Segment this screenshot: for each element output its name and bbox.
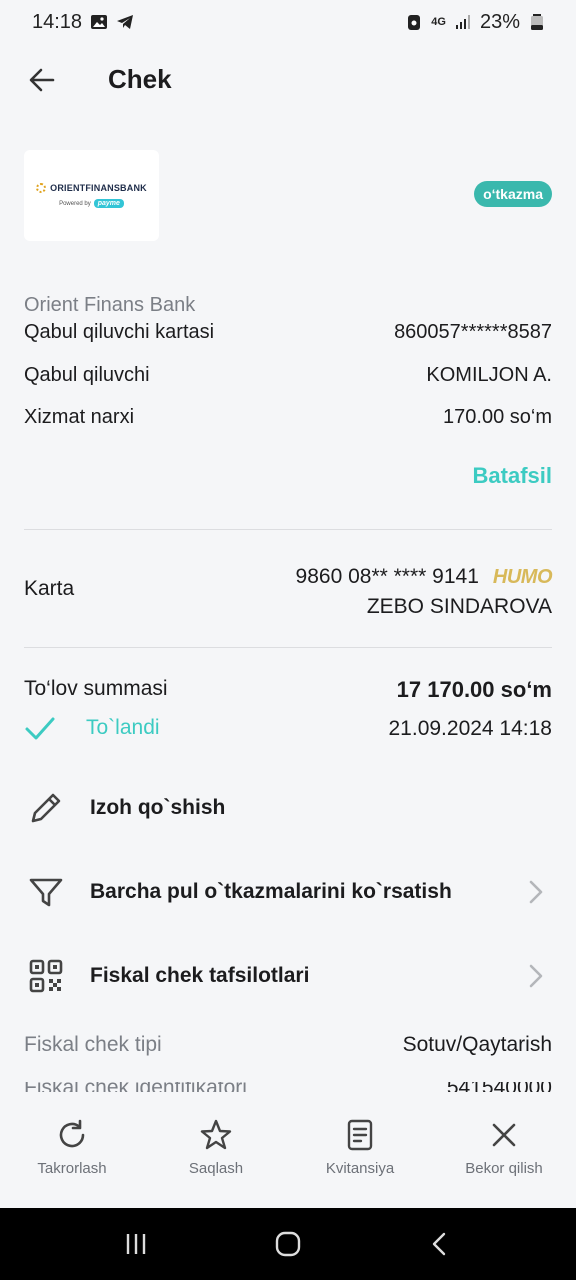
fiscal-details-button[interactable]: Fiskal chek tafsilotlari: [24, 954, 552, 998]
add-comment-button[interactable]: Izoh qo`shish: [24, 786, 552, 830]
refresh-icon: [59, 1119, 85, 1148]
status-left: 14:18: [32, 11, 134, 34]
page-title: Chek: [108, 64, 172, 94]
star-icon: [200, 1119, 232, 1150]
lock-icon: [408, 15, 421, 30]
detail-row-recipient: Qabul qiluvchi KOMILJON A.: [24, 364, 552, 387]
bottom-action-bar: Takrorlash Saqlash Kvitansiya Bekor qili…: [0, 1092, 576, 1208]
humo-logo: HUMO: [492, 565, 553, 588]
app-bar: Chek: [0, 50, 576, 110]
payment-datetime: 21.09.2024 14:18: [388, 717, 553, 740]
status-bar: 14:18 4G 23%: [0, 0, 576, 44]
show-all-transfers-button[interactable]: Barcha pul o`tkazmalarini ko`rsatish: [24, 870, 552, 914]
payment-status: To`landi: [24, 714, 160, 742]
card-label: Karta: [24, 577, 75, 600]
detail-row-recipient-card: Qabul qiluvchi kartasi 860057******8587: [24, 321, 552, 344]
telegram-icon: [117, 15, 134, 29]
bottom-bar-label: Bekor qilish: [465, 1160, 543, 1177]
save-button[interactable]: Saqlash: [144, 1092, 288, 1208]
receipt-icon: [347, 1119, 373, 1151]
bottom-bar-label: Takrorlash: [37, 1160, 107, 1177]
payme-logo: payme: [93, 199, 124, 208]
bank-logo-text: ORIENTFINANSBANK: [36, 183, 147, 193]
detail-row-service-fee: Xizmat narxi 170.00 so‘m: [24, 406, 552, 429]
action-label: Izoh qo`shish: [90, 796, 226, 819]
repeat-button[interactable]: Takrorlash: [0, 1092, 144, 1208]
close-icon: [492, 1123, 516, 1147]
bottom-bar-label: Saqlash: [188, 1160, 244, 1177]
detail-label: Xizmat narxi: [24, 406, 135, 428]
sun-logo-icon: [36, 183, 47, 193]
status-right: 4G 23%: [405, 11, 546, 34]
payment-status-text: To`landi: [86, 716, 160, 739]
payment-amount-label: To‘lov summasi: [24, 677, 168, 700]
qr-code-icon: [24, 954, 68, 998]
card-owner: ZEBO SINDAROVA: [366, 595, 552, 618]
gallery-icon: [91, 15, 108, 29]
bank-name: Orient Finans Bank: [24, 294, 196, 316]
fiscal-row-type: Fiskal chek tipi Sotuv/Qaytarish: [24, 1033, 552, 1057]
recent-apps-icon[interactable]: [122, 1230, 150, 1258]
fiscal-value: 541540000: [447, 1082, 552, 1092]
fiscal-label: Fiskal chek identifikatori: [24, 1082, 247, 1092]
cancel-button[interactable]: Bekor qilish: [432, 1092, 576, 1208]
status-time: 14:18: [32, 10, 83, 33]
action-label: Barcha pul o`tkazmalarini ko`rsatish: [90, 880, 452, 903]
arrow-back-icon: [29, 68, 55, 92]
detail-label: Qabul qiluvchi kartasi: [24, 321, 215, 343]
home-icon[interactable]: [274, 1230, 302, 1258]
back-nav-icon[interactable]: [426, 1230, 454, 1258]
powered-by: Powered by payme: [59, 199, 124, 208]
filter-icon: [24, 870, 68, 914]
action-label: Fiskal chek tafsilotlari: [90, 964, 310, 987]
fiscal-row-id: Fiskal chek identifikatori 541540000: [24, 1082, 552, 1092]
fiscal-label: Fiskal chek tipi: [24, 1033, 162, 1056]
battery-percent: 23%: [479, 10, 520, 33]
chevron-right-icon: [529, 880, 543, 904]
card-number: 9860 08** **** 9141: [295, 565, 479, 588]
battery-icon: [531, 14, 543, 30]
card-number-line: 9860 08** **** 9141 HUMO: [295, 565, 553, 589]
divider: [24, 529, 552, 530]
bottom-bar-label: Kvitansiya: [325, 1160, 395, 1177]
back-button[interactable]: [24, 62, 60, 98]
scroll-clip: Fiskal chek identifikatori 541540000: [0, 1082, 576, 1092]
check-icon: [25, 717, 55, 740]
detail-value: KOMILJON A.: [426, 364, 552, 386]
receipt-button[interactable]: Kvitansiya: [288, 1092, 432, 1208]
payment-amount: 17 170.00 so‘m: [396, 677, 552, 702]
chevron-right-icon: [529, 964, 543, 988]
transaction-type-badge: o‘tkazma: [474, 181, 552, 207]
network-type: 4G: [431, 15, 446, 28]
more-details-link[interactable]: Batafsil: [473, 463, 552, 489]
detail-value: 170.00 so‘m: [443, 406, 552, 428]
divider: [24, 647, 552, 648]
system-navigation-bar: [0, 1208, 576, 1280]
merchant-logo: ORIENTFINANSBANK Powered by payme: [24, 150, 159, 241]
detail-value: 860057******8587: [394, 321, 552, 343]
detail-label: Qabul qiluvchi: [24, 364, 150, 386]
fiscal-value: Sotuv/Qaytarish: [402, 1033, 552, 1056]
signal-icon: [455, 15, 470, 29]
pencil-icon: [24, 786, 68, 830]
